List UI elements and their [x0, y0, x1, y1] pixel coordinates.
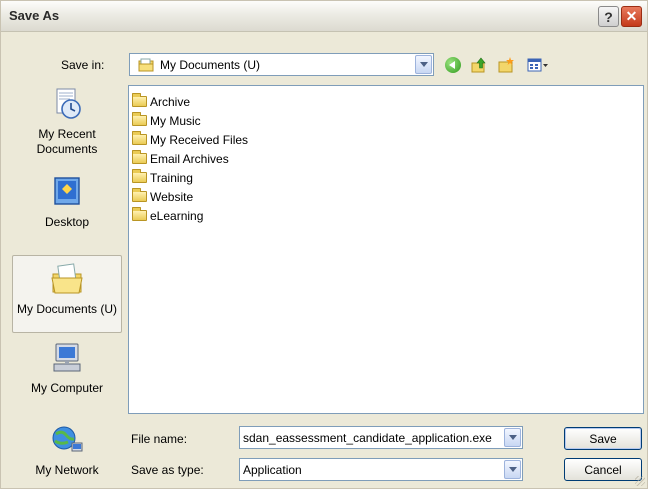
up-folder-icon[interactable]: [471, 57, 487, 73]
list-item[interactable]: eLearning: [132, 207, 203, 224]
folder-icon: [132, 112, 147, 126]
save-in-dropdown[interactable]: My Documents (U): [129, 53, 434, 76]
chevron-down-icon: [508, 435, 517, 440]
computer-icon: [53, 343, 81, 372]
places-label-my-network: My Network: [35, 463, 99, 477]
save-as-type-dropdown-button[interactable]: [504, 460, 521, 479]
save-in-dropdown-button[interactable]: [415, 55, 432, 74]
save-as-dialog: Save As ? ✕ Save in: My Documents (U) My…: [0, 0, 648, 489]
save-as-type-value: Application: [243, 462, 302, 477]
places-bar: My Recent Documents Desktop My Documents…: [12, 85, 122, 481]
save-button[interactable]: Save: [564, 427, 642, 450]
save-as-type-label: Save as type:: [131, 463, 204, 477]
network-icon: [52, 426, 83, 452]
close-button[interactable]: ✕: [621, 6, 642, 27]
desktop-icon: [54, 177, 80, 205]
list-item[interactable]: Website: [132, 188, 193, 205]
places-item-desktop[interactable]: Desktop: [12, 175, 122, 230]
folder-icon: [132, 207, 147, 221]
chevron-down-icon: [508, 467, 517, 472]
back-icon[interactable]: [445, 57, 461, 73]
help-button[interactable]: ?: [598, 6, 619, 27]
cancel-button[interactable]: Cancel: [564, 458, 642, 481]
folder-icon: [132, 131, 147, 145]
file-name: My Music: [150, 113, 201, 128]
list-item[interactable]: My Music: [132, 112, 201, 129]
help-icon: ?: [604, 8, 613, 25]
file-list[interactable]: Archive My Music My Received Files Email…: [128, 85, 644, 414]
folder-icon: [132, 188, 147, 202]
places-label-my-documents: My Documents (U): [17, 302, 118, 316]
my-documents-small-icon: [138, 58, 154, 71]
places-label-recent: My Recent Documents: [36, 127, 98, 156]
folder-icon: [132, 150, 147, 164]
places-item-my-computer[interactable]: My Computer: [12, 341, 122, 396]
folder-icon: [132, 93, 147, 107]
places-item-recent-documents[interactable]: My Recent Documents: [12, 87, 122, 157]
resize-grip[interactable]: [635, 476, 645, 486]
save-in-value: My Documents (U): [160, 57, 261, 72]
recent-documents-icon: [56, 88, 81, 119]
file-name: Archive: [150, 94, 191, 109]
close-icon: ✕: [625, 8, 638, 24]
file-name-combo[interactable]: [239, 426, 523, 449]
views-menu-icon[interactable]: [527, 57, 549, 73]
file-name-input[interactable]: [240, 428, 500, 447]
new-folder-icon[interactable]: [498, 57, 514, 73]
my-documents-icon: [51, 263, 83, 294]
places-label-my-computer: My Computer: [30, 381, 104, 395]
file-name: eLearning: [150, 208, 204, 223]
file-name: Training: [150, 170, 193, 185]
places-item-my-network[interactable]: My Network: [12, 423, 122, 478]
places-item-my-documents[interactable]: My Documents (U): [12, 255, 122, 333]
list-item[interactable]: Training: [132, 169, 193, 186]
places-label-desktop: Desktop: [44, 215, 90, 229]
title-bar[interactable]: Save As ? ✕: [1, 1, 647, 32]
file-name-dropdown-button[interactable]: [504, 428, 521, 447]
save-in-label: Save in:: [61, 58, 105, 72]
folder-icon: [132, 169, 147, 183]
chevron-down-icon: [419, 62, 428, 67]
save-as-type-dropdown[interactable]: Application: [239, 458, 523, 481]
list-item[interactable]: My Received Files: [132, 131, 248, 148]
list-item[interactable]: Email Archives: [132, 150, 229, 167]
list-item[interactable]: Archive: [132, 93, 190, 110]
file-name: Website: [150, 189, 194, 204]
file-name: Email Archives: [150, 151, 229, 166]
window-title: Save As: [9, 8, 60, 23]
file-name-label: File name:: [131, 432, 188, 446]
file-name: My Received Files: [150, 132, 249, 147]
